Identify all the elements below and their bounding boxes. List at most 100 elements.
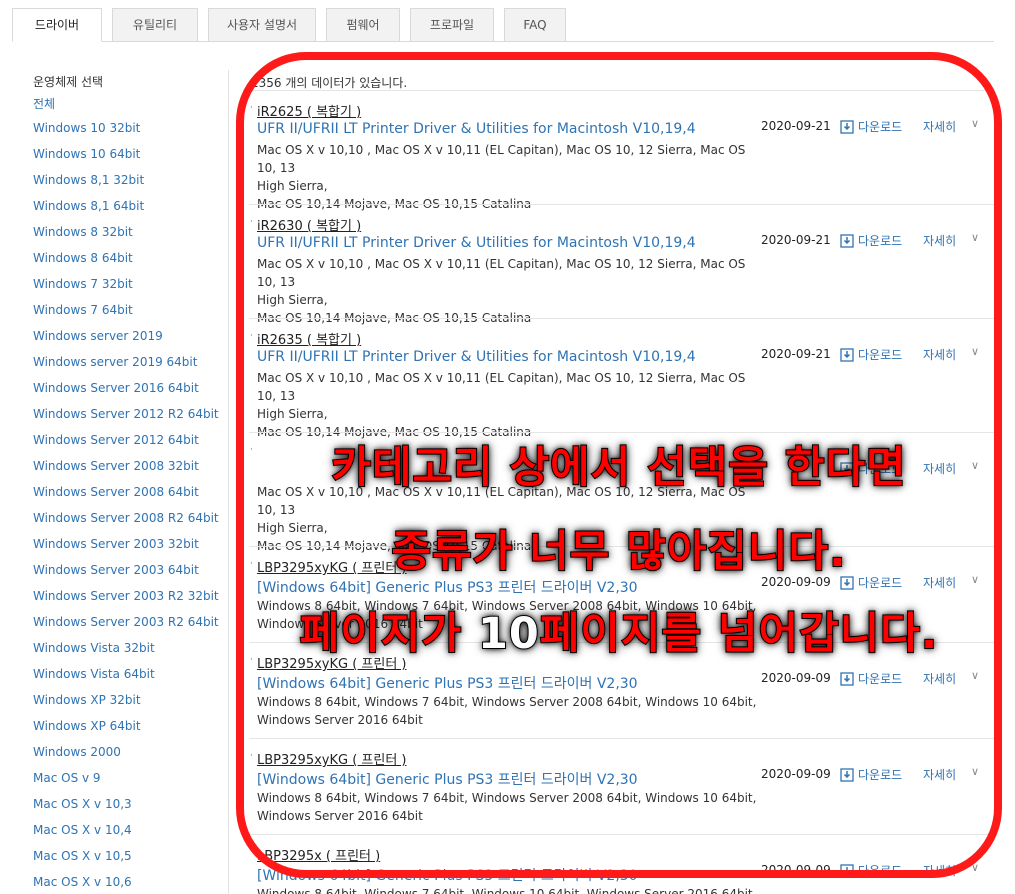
download-icon [840, 462, 854, 476]
supported-os-text: Windows 8 64bit, Windows 7 64bit, Window… [257, 597, 757, 633]
product-model-link[interactable]: iR2635 ( 복합기 ) [257, 329, 361, 348]
download-button[interactable]: 다운로드 [840, 346, 902, 363]
chevron-down-icon[interactable]: ∨ [971, 345, 979, 358]
os-item[interactable]: Windows 8,1 64bit [33, 199, 144, 213]
chevron-down-icon[interactable]: ∨ [971, 669, 979, 682]
supported-os-line: Mac OS X v 10,10 , Mac OS X v 10,11 (EL … [257, 257, 746, 289]
detail-button[interactable]: 자세히 [923, 232, 956, 249]
driver-title-link[interactable]: [Windows 64bit] Generic Plus PS3 프린터 드라이… [257, 769, 638, 789]
download-button[interactable]: 다운로드 [840, 574, 902, 591]
detail-button[interactable]: 자세히 [923, 670, 956, 687]
driver-row: · iR2635 ( 복합기 ) UFR II/UFRII LT Printer D… [249, 318, 994, 439]
product-model-link[interactable]: LBP3295x ( 프린터 ) [257, 845, 380, 864]
supported-os-text: Windows 8 64bit, Windows 7 64bit, Window… [257, 885, 757, 894]
os-item[interactable]: Windows 8,1 32bit [33, 173, 144, 187]
os-item[interactable]: Windows Server 2003 64bit [33, 563, 199, 577]
tab-faq[interactable]: FAQ [504, 8, 566, 42]
detail-button[interactable]: 자세히 [923, 118, 956, 135]
tab-driver[interactable]: 드라이버 [12, 8, 102, 42]
os-item[interactable]: Windows 2000 [33, 745, 121, 759]
bullet-icon: · [250, 847, 253, 857]
supported-os-text: Windows 8 64bit, Windows 7 64bit, Window… [257, 789, 757, 825]
tab-utility[interactable]: 유틸리티 [112, 8, 198, 42]
chevron-down-icon[interactable]: ∨ [971, 765, 979, 778]
download-button[interactable]: 다운로드 [840, 862, 902, 879]
os-item[interactable]: Windows Server 2008 R2 64bit [33, 511, 219, 525]
supported-os-line: Mac OS X v 10,10 , Mac OS X v 10,11 (EL … [257, 143, 746, 175]
release-date: 2020-09-09 [761, 863, 831, 877]
chevron-down-icon[interactable]: ∨ [971, 231, 979, 244]
driver-title-link[interactable]: UFR II/UFRII LT Printer Driver & Utiliti… [257, 235, 696, 251]
os-item-all[interactable]: 전체 [33, 95, 55, 112]
supported-os-line: Windows 8 64bit, Windows 7 64bit, Window… [257, 791, 757, 805]
supported-os-line: High Sierra, [257, 407, 328, 421]
supported-os-text: Mac OS X v 10,10 , Mac OS X v 10,11 (EL … [257, 483, 757, 555]
os-item[interactable]: Windows XP 32bit [33, 693, 141, 707]
download-icon [840, 120, 854, 134]
os-item[interactable]: Windows Server 2008 32bit [33, 459, 199, 473]
os-item[interactable]: Windows Server 2008 64bit [33, 485, 199, 499]
os-item[interactable]: Windows 8 64bit [33, 251, 133, 265]
driver-title-link[interactable]: [Windows 64bit] Generic Plus PS3 프린터 드라이… [257, 577, 638, 597]
detail-button[interactable]: 자세히 [923, 862, 956, 879]
product-model-link[interactable]: iR2630 ( 복합기 ) [257, 215, 361, 234]
bullet-icon: · [250, 445, 253, 455]
os-item[interactable]: Mac OS X v 10,4 [33, 823, 132, 837]
driver-row: · LBP3295xyKG ( 프린터 ) [Windows 64bit] Gene… [249, 738, 994, 834]
os-item[interactable]: Windows XP 64bit [33, 719, 141, 733]
download-button[interactable]: 다운로드 [840, 232, 902, 249]
download-button[interactable]: 다운로드 [840, 460, 902, 477]
tab-user-manual[interactable]: 사용자 설명서 [208, 8, 316, 42]
detail-button[interactable]: 자세히 [923, 574, 956, 591]
product-model-link[interactable]: LBP3295xyKG ( 프린터 ) [257, 749, 407, 768]
product-model-link[interactable]: iR2625 ( 복합기 ) [257, 101, 361, 120]
download-icon [840, 864, 854, 878]
os-item[interactable]: Mac OS X v 10,3 [33, 797, 132, 811]
os-filter-title: 운영체제 선택 [33, 75, 104, 89]
os-item[interactable]: Windows Vista 64bit [33, 667, 155, 681]
download-label: 다운로드 [858, 234, 903, 248]
os-item[interactable]: Windows 8 32bit [33, 225, 133, 239]
download-label: 다운로드 [858, 672, 903, 686]
tab-firmware[interactable]: 펌웨어 [326, 8, 400, 42]
detail-button[interactable]: 자세히 [923, 346, 956, 363]
os-item[interactable]: Windows 10 32bit [33, 121, 140, 135]
os-item[interactable]: Mac OS v 9 [33, 771, 101, 785]
os-item[interactable]: Windows Vista 32bit [33, 641, 155, 655]
os-item[interactable]: Windows 7 32bit [33, 277, 133, 291]
download-button[interactable]: 다운로드 [840, 118, 902, 135]
os-item[interactable]: Windows Server 2003 R2 64bit [33, 615, 219, 629]
os-item[interactable]: Windows Server 2003 32bit [33, 537, 199, 551]
tab-bar: 드라이버 유틸리티 사용자 설명서 펌웨어 프로파일 FAQ [12, 8, 994, 42]
os-item[interactable]: Windows Server 2003 R2 32bit [33, 589, 219, 603]
driver-row: · Mac OS X v 10,10 , Mac OS X v 10,11 (EL… [249, 432, 994, 553]
os-item[interactable]: Windows server 2019 [33, 329, 163, 343]
os-item[interactable]: Windows Server 2016 64bit [33, 381, 199, 395]
download-button[interactable]: 다운로드 [840, 766, 902, 783]
chevron-down-icon[interactable]: ∨ [971, 573, 979, 586]
tab-profile[interactable]: 프로파일 [410, 8, 494, 42]
detail-button[interactable]: 자세히 [923, 460, 956, 477]
os-item[interactable]: Windows Server 2012 64bit [33, 433, 199, 447]
os-item[interactable]: Mac OS X v 10,5 [33, 849, 132, 863]
os-item[interactable]: Windows 7 64bit [33, 303, 133, 317]
product-model-link[interactable]: LBP3295xyKG ( 프린터 ) [257, 653, 407, 672]
chevron-down-icon[interactable]: ∨ [971, 117, 979, 130]
detail-button[interactable]: 자세히 [923, 766, 956, 783]
driver-title-link[interactable]: [Windows 64bit] Generic Plus PS3 프린터 드라이… [257, 673, 638, 693]
driver-title-link[interactable]: [Windows 64bit] Generic Plus PS3 프린터 드라이… [257, 865, 638, 885]
driver-title-link[interactable]: UFR II/UFRII LT Printer Driver & Utiliti… [257, 121, 696, 137]
os-item[interactable]: Windows server 2019 64bit [33, 355, 197, 369]
driver-row: · LBP3295xyKG ( 프린터 ) [Windows 64bit] Gene… [249, 546, 994, 642]
supported-os-text: Mac OS X v 10,10 , Mac OS X v 10,11 (EL … [257, 369, 757, 441]
download-button[interactable]: 다운로드 [840, 670, 902, 687]
chevron-down-icon[interactable]: ∨ [971, 861, 979, 874]
product-model-link[interactable]: LBP3295xyKG ( 프린터 ) [257, 557, 407, 576]
os-item[interactable]: Windows Server 2012 R2 64bit [33, 407, 219, 421]
chevron-down-icon[interactable]: ∨ [971, 459, 979, 472]
os-item[interactable]: Mac OS X v 10,6 [33, 875, 132, 889]
os-item[interactable]: Windows 10 64bit [33, 147, 140, 161]
driver-title-link[interactable]: UFR II/UFRII LT Printer Driver & Utiliti… [257, 349, 696, 365]
download-icon [840, 672, 854, 686]
os-sidebar: 운영체제 선택 전체 Windows 10 32bit Windows 10 64b… [0, 70, 229, 894]
